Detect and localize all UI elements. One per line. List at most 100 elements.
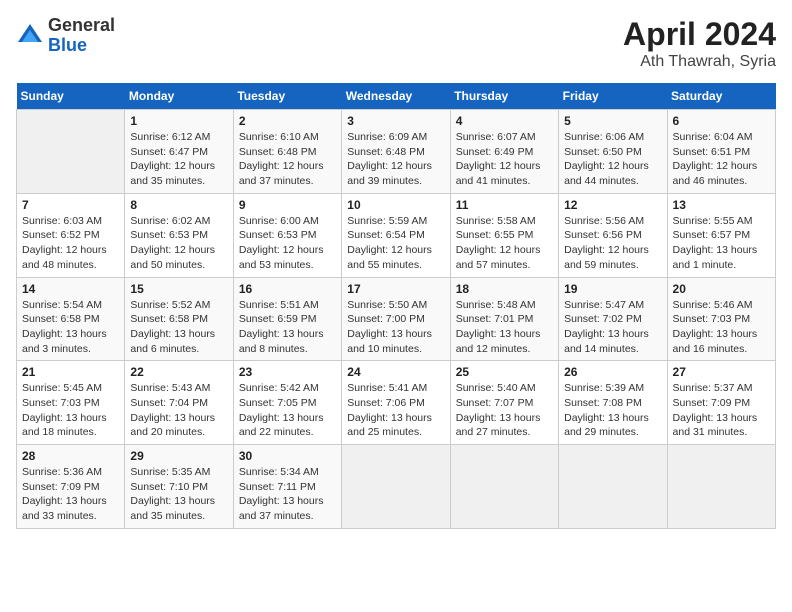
day-number: 2 [239, 114, 336, 128]
calendar-cell: 17 Sunrise: 5:50 AM Sunset: 7:00 PM Dayli… [342, 277, 450, 361]
title-area: April 2024 Ath Thawrah, Syria [623, 16, 776, 71]
logo-icon [16, 22, 44, 50]
header-row: SundayMondayTuesdayWednesdayThursdayFrid… [17, 83, 776, 110]
day-detail: Sunrise: 5:48 AM Sunset: 7:01 PM Dayligh… [456, 298, 553, 357]
day-number: 9 [239, 198, 336, 212]
day-number: 5 [564, 114, 661, 128]
day-detail: Sunrise: 5:35 AM Sunset: 7:10 PM Dayligh… [130, 465, 227, 524]
day-detail: Sunrise: 6:10 AM Sunset: 6:48 PM Dayligh… [239, 130, 336, 189]
col-header-tuesday: Tuesday [233, 83, 341, 110]
col-header-monday: Monday [125, 83, 233, 110]
calendar-cell: 13 Sunrise: 5:55 AM Sunset: 6:57 PM Dayli… [667, 193, 775, 277]
day-detail: Sunrise: 6:00 AM Sunset: 6:53 PM Dayligh… [239, 214, 336, 273]
day-number: 15 [130, 282, 227, 296]
day-detail: Sunrise: 5:37 AM Sunset: 7:09 PM Dayligh… [673, 381, 770, 440]
day-number: 3 [347, 114, 444, 128]
day-detail: Sunrise: 5:45 AM Sunset: 7:03 PM Dayligh… [22, 381, 119, 440]
day-detail: Sunrise: 6:02 AM Sunset: 6:53 PM Dayligh… [130, 214, 227, 273]
calendar-cell [667, 445, 775, 529]
day-number: 1 [130, 114, 227, 128]
col-header-thursday: Thursday [450, 83, 558, 110]
calendar-cell: 22Sunrise: 5:43 AM Sunset: 7:04 PM Dayli… [125, 361, 233, 445]
day-detail: Sunrise: 5:34 AM Sunset: 7:11 PM Dayligh… [239, 465, 336, 524]
day-number: 22 [130, 365, 227, 379]
day-detail: Sunrise: 6:07 AM Sunset: 6:49 PM Dayligh… [456, 130, 553, 189]
calendar-cell [342, 445, 450, 529]
day-number: 30 [239, 449, 336, 463]
day-number: 25 [456, 365, 553, 379]
logo: General Blue [16, 16, 115, 56]
col-header-saturday: Saturday [667, 83, 775, 110]
day-number: 18 [456, 282, 553, 296]
calendar-cell: 28Sunrise: 5:36 AM Sunset: 7:09 PM Dayli… [17, 445, 125, 529]
day-detail: Sunrise: 6:04 AM Sunset: 6:51 PM Dayligh… [673, 130, 770, 189]
col-header-friday: Friday [559, 83, 667, 110]
day-number: 14 [22, 282, 119, 296]
calendar-cell: 11 Sunrise: 5:58 AM Sunset: 6:55 PM Dayli… [450, 193, 558, 277]
day-detail: Sunrise: 5:56 AM Sunset: 6:56 PM Dayligh… [564, 214, 661, 273]
day-detail: Sunrise: 6:06 AM Sunset: 6:50 PM Dayligh… [564, 130, 661, 189]
day-detail: Sunrise: 5:58 AM Sunset: 6:55 PM Dayligh… [456, 214, 553, 273]
day-number: 7 [22, 198, 119, 212]
calendar-cell: 8Sunrise: 6:02 AM Sunset: 6:53 PM Daylig… [125, 193, 233, 277]
page-header: General Blue April 2024 Ath Thawrah, Syr… [16, 16, 776, 71]
day-number: 4 [456, 114, 553, 128]
calendar-cell: 12 Sunrise: 5:56 AM Sunset: 6:56 PM Dayli… [559, 193, 667, 277]
day-detail: Sunrise: 5:46 AM Sunset: 7:03 PM Dayligh… [673, 298, 770, 357]
day-detail: Sunrise: 5:40 AM Sunset: 7:07 PM Dayligh… [456, 381, 553, 440]
day-number: 16 [239, 282, 336, 296]
calendar-cell: 27Sunrise: 5:37 AM Sunset: 7:09 PM Dayli… [667, 361, 775, 445]
logo-general-text: General [48, 16, 115, 36]
day-number: 24 [347, 365, 444, 379]
calendar-cell: 29Sunrise: 5:35 AM Sunset: 7:10 PM Dayli… [125, 445, 233, 529]
calendar-week-2: 7 Sunrise: 6:03 AM Sunset: 6:52 PM Daylig… [17, 193, 776, 277]
calendar-cell: 2 Sunrise: 6:10 AM Sunset: 6:48 PM Daylig… [233, 110, 341, 194]
day-detail: Sunrise: 5:51 AM Sunset: 6:59 PM Dayligh… [239, 298, 336, 357]
day-detail: Sunrise: 5:39 AM Sunset: 7:08 PM Dayligh… [564, 381, 661, 440]
day-detail: Sunrise: 5:50 AM Sunset: 7:00 PM Dayligh… [347, 298, 444, 357]
day-detail: Sunrise: 6:09 AM Sunset: 6:48 PM Dayligh… [347, 130, 444, 189]
calendar-cell: 4 Sunrise: 6:07 AM Sunset: 6:49 PM Daylig… [450, 110, 558, 194]
calendar-cell [17, 110, 125, 194]
calendar-cell: 30 Sunrise: 5:34 AM Sunset: 7:11 PM Dayli… [233, 445, 341, 529]
calendar-week-5: 28Sunrise: 5:36 AM Sunset: 7:09 PM Dayli… [17, 445, 776, 529]
day-number: 13 [673, 198, 770, 212]
day-number: 11 [456, 198, 553, 212]
calendar-week-3: 14 Sunrise: 5:54 AM Sunset: 6:58 PM Dayli… [17, 277, 776, 361]
calendar-subtitle: Ath Thawrah, Syria [623, 53, 776, 71]
day-detail: Sunrise: 5:36 AM Sunset: 7:09 PM Dayligh… [22, 465, 119, 524]
day-number: 19 [564, 282, 661, 296]
calendar-table: SundayMondayTuesdayWednesdayThursdayFrid… [16, 83, 776, 529]
day-detail: Sunrise: 5:54 AM Sunset: 6:58 PM Dayligh… [22, 298, 119, 357]
day-detail: Sunrise: 5:59 AM Sunset: 6:54 PM Dayligh… [347, 214, 444, 273]
calendar-cell [559, 445, 667, 529]
day-number: 20 [673, 282, 770, 296]
calendar-cell: 9 Sunrise: 6:00 AM Sunset: 6:53 PM Daylig… [233, 193, 341, 277]
day-number: 23 [239, 365, 336, 379]
calendar-cell: 3 Sunrise: 6:09 AM Sunset: 6:48 PM Daylig… [342, 110, 450, 194]
day-detail: Sunrise: 5:55 AM Sunset: 6:57 PM Dayligh… [673, 214, 770, 273]
calendar-cell: 23Sunrise: 5:42 AM Sunset: 7:05 PM Dayli… [233, 361, 341, 445]
calendar-cell: 5 Sunrise: 6:06 AM Sunset: 6:50 PM Daylig… [559, 110, 667, 194]
calendar-cell: 10 Sunrise: 5:59 AM Sunset: 6:54 PM Dayli… [342, 193, 450, 277]
calendar-cell: 21 Sunrise: 5:45 AM Sunset: 7:03 PM Dayli… [17, 361, 125, 445]
day-detail: Sunrise: 6:03 AM Sunset: 6:52 PM Dayligh… [22, 214, 119, 273]
day-number: 6 [673, 114, 770, 128]
day-detail: Sunrise: 5:47 AM Sunset: 7:02 PM Dayligh… [564, 298, 661, 357]
calendar-cell: 7 Sunrise: 6:03 AM Sunset: 6:52 PM Daylig… [17, 193, 125, 277]
calendar-cell: 1 Sunrise: 6:12 AM Sunset: 6:47 PM Daylig… [125, 110, 233, 194]
calendar-cell: 14 Sunrise: 5:54 AM Sunset: 6:58 PM Dayli… [17, 277, 125, 361]
day-number: 17 [347, 282, 444, 296]
day-number: 21 [22, 365, 119, 379]
calendar-cell: 16 Sunrise: 5:51 AM Sunset: 6:59 PM Dayli… [233, 277, 341, 361]
logo-blue-text: Blue [48, 36, 115, 56]
calendar-title: April 2024 [623, 16, 776, 53]
day-number: 12 [564, 198, 661, 212]
calendar-cell: 18 Sunrise: 5:48 AM Sunset: 7:01 PM Dayli… [450, 277, 558, 361]
day-number: 10 [347, 198, 444, 212]
day-detail: Sunrise: 6:12 AM Sunset: 6:47 PM Dayligh… [130, 130, 227, 189]
calendar-cell: 6 Sunrise: 6:04 AM Sunset: 6:51 PM Daylig… [667, 110, 775, 194]
day-number: 26 [564, 365, 661, 379]
calendar-week-1: 1 Sunrise: 6:12 AM Sunset: 6:47 PM Daylig… [17, 110, 776, 194]
day-detail: Sunrise: 5:41 AM Sunset: 7:06 PM Dayligh… [347, 381, 444, 440]
